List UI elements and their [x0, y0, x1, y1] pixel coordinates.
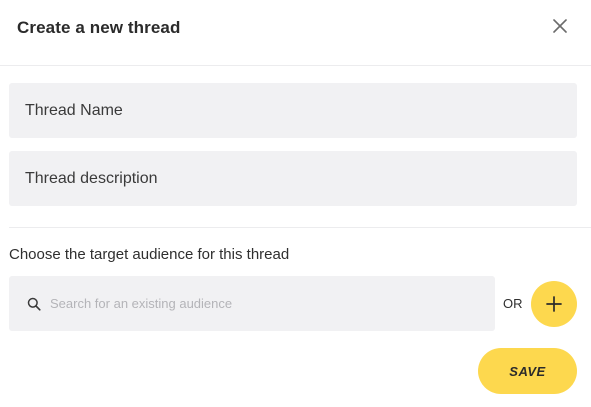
audience-search-box[interactable] [9, 276, 495, 331]
create-thread-dialog: Create a new thread Thread Name Thread d… [0, 0, 591, 407]
thread-description-placeholder: Thread description [25, 169, 158, 187]
audience-search-input[interactable] [50, 296, 470, 311]
thread-name-field[interactable]: Thread Name [9, 83, 577, 138]
thread-description-field[interactable]: Thread description [9, 151, 577, 206]
dialog-title: Create a new thread [17, 18, 181, 37]
plus-icon [546, 296, 562, 312]
audience-label: Choose the target audience for this thre… [9, 246, 290, 263]
dialog-header: Create a new thread [0, 0, 591, 66]
search-icon [26, 296, 41, 311]
or-label: OR [503, 296, 523, 311]
section-divider [9, 227, 591, 228]
close-button[interactable] [551, 17, 569, 35]
thread-name-placeholder: Thread Name [25, 101, 123, 119]
save-button[interactable]: SAVE [478, 348, 577, 394]
add-audience-button[interactable] [531, 281, 577, 327]
close-icon [553, 19, 567, 33]
